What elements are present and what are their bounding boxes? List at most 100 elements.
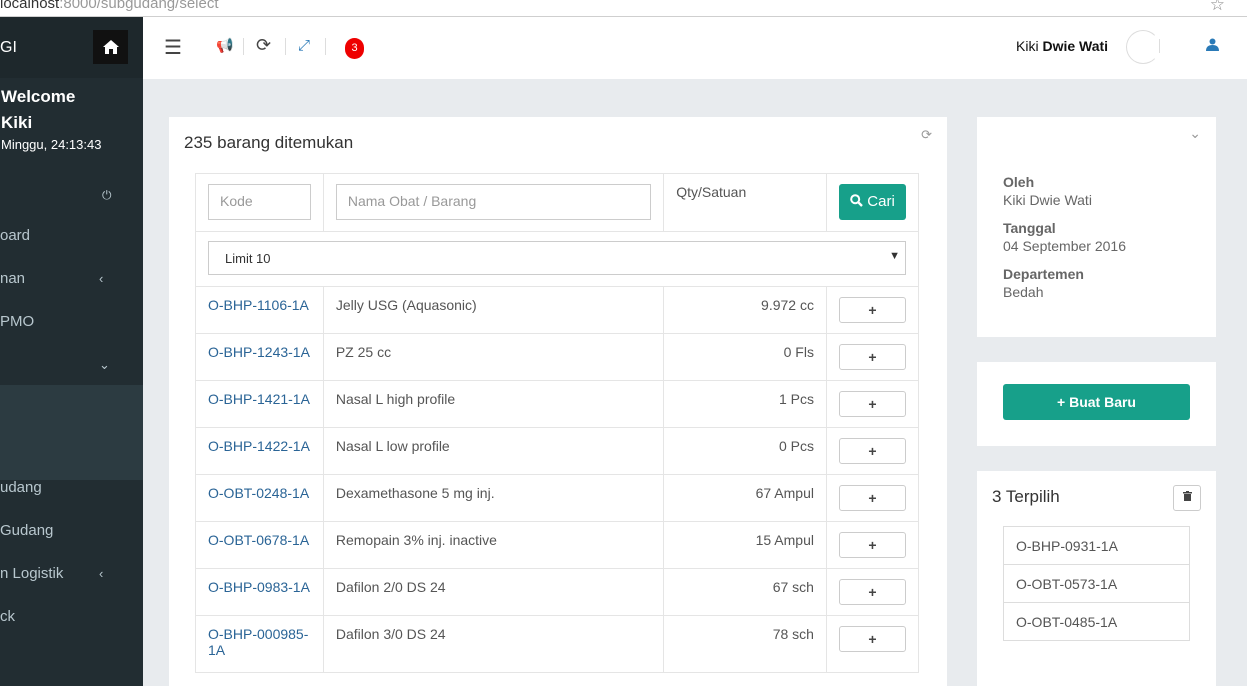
list-item[interactable]: O-BHP-0931-1A: [1003, 526, 1190, 565]
divider: [285, 38, 286, 55]
sidebar-item-dashboard[interactable]: oard: [0, 214, 143, 257]
list-item[interactable]: O-OBT-0485-1A: [1003, 602, 1190, 641]
item-name: Nasal L high profile: [322, 380, 665, 428]
add-item-button[interactable]: +: [838, 438, 906, 464]
item-name: Nasal L low profile: [322, 427, 665, 475]
sidebar-item-subgudang[interactable]: Gudang: [0, 509, 143, 552]
table-row: O-BHP-1106-1A Jelly USG (Aquasonic) 9.97…: [195, 286, 920, 334]
user-name[interactable]: Kiki Dwie Wati: [1016, 38, 1108, 54]
name-search-input[interactable]: Nama Obat / Barang: [335, 184, 652, 220]
refresh-icon[interactable]: ⟳: [256, 35, 271, 56]
date-value: 04 September 2016: [1003, 238, 1126, 254]
sidebar-item-logistik[interactable]: n Logistik ‹: [0, 552, 143, 595]
dropdown-arrow-icon: ▼: [889, 250, 900, 262]
item-name: Dexamethasone 5 mg inj.: [322, 474, 665, 522]
item-code[interactable]: O-BHP-0983-1A: [195, 568, 324, 616]
table-row: O-BHP-1422-1A Nasal L low profile 0 Pcs …: [195, 427, 920, 475]
date-label: Tanggal: [1003, 220, 1056, 236]
items-table: Kode Nama Obat / Barang Qty/Satuan Cari …: [195, 173, 920, 673]
add-item-button[interactable]: +: [838, 532, 906, 558]
item-name: Dafilon 2/0 DS 24: [322, 568, 665, 616]
sidebar-item-stock[interactable]: ck: [0, 595, 143, 638]
item-code[interactable]: O-BHP-1421-1A: [195, 380, 324, 428]
result-count: 235 barang ditemukan: [184, 133, 354, 152]
divider: [325, 38, 326, 55]
menu-toggle-icon[interactable]: ☰: [164, 35, 182, 60]
create-panel: + Buat Baru: [977, 362, 1216, 446]
add-item-button[interactable]: +: [838, 297, 906, 323]
fullscreen-icon[interactable]: ⤢: [298, 37, 310, 54]
plus-icon: +: [1057, 394, 1066, 410]
table-row: O-BHP-000985-1A Dafilon 3/0 DS 24 78 sch…: [195, 615, 920, 673]
item-code[interactable]: O-BHP-1243-1A: [195, 333, 324, 381]
delete-button[interactable]: [1173, 485, 1201, 511]
browser-address-bar[interactable]: localhost:8000/subgudang/select ☆: [0, 0, 1247, 17]
collapse-chevron-icon[interactable]: ⌄: [1189, 125, 1201, 142]
item-name: Remopain 3% inj. inactive: [322, 521, 665, 569]
home-icon: [102, 40, 119, 54]
list-item[interactable]: O-OBT-0573-1A: [1003, 564, 1190, 603]
sidebar-item-gudang[interactable]: udang: [0, 466, 143, 509]
chevron-left-icon: ‹: [99, 271, 104, 286]
table-row: O-BHP-1421-1A Nasal L high profile 1 Pcs…: [195, 380, 920, 428]
add-item-button[interactable]: +: [838, 626, 906, 652]
avatar[interactable]: [1126, 30, 1160, 64]
home-button[interactable]: [93, 30, 128, 64]
item-qty: 78 sch: [663, 615, 827, 673]
search-icon: [850, 194, 863, 207]
item-qty: 67 Ampul: [663, 474, 827, 522]
by-label: Oleh: [1003, 174, 1035, 190]
item-qty: 9.972 cc: [663, 286, 827, 334]
datetime-text: Minggu, 24:13:43: [1, 137, 102, 152]
items-panel: 235 barang ditemukan ⟳ Kode Nama Obat / …: [169, 117, 947, 686]
item-qty: 15 Ampul: [663, 521, 827, 569]
add-item-button[interactable]: +: [838, 485, 906, 511]
divider: [1159, 39, 1160, 53]
sidebar-item-dropdown[interactable]: ⌄: [0, 343, 143, 386]
item-code[interactable]: O-BHP-1422-1A: [195, 427, 324, 475]
bookmark-star-icon[interactable]: ☆: [1210, 0, 1225, 15]
limit-select[interactable]: Limit 10 ▼: [208, 241, 906, 275]
brand-logo-text: GI: [0, 39, 17, 56]
item-name: Jelly USG (Aquasonic): [322, 286, 665, 334]
table-row: O-OBT-0678-1A Remopain 3% inj. inactive …: [195, 521, 920, 569]
qty-header: Qty/Satuan: [663, 173, 827, 232]
item-code[interactable]: O-BHP-000985-1A: [195, 615, 324, 673]
dept-value: Bedah: [1003, 284, 1044, 300]
add-item-button[interactable]: +: [838, 579, 906, 605]
item-code[interactable]: O-OBT-0248-1A: [195, 474, 324, 522]
item-code[interactable]: O-BHP-1106-1A: [195, 286, 324, 334]
item-qty: 0 Fls: [663, 333, 827, 381]
limit-row: Limit 10 ▼: [195, 231, 919, 287]
notification-badge[interactable]: 3: [345, 38, 364, 59]
item-qty: 1 Pcs: [663, 380, 827, 428]
sidebar-item-menu[interactable]: nan ‹: [0, 257, 143, 300]
divider: [243, 38, 244, 55]
selected-list: O-BHP-0931-1A O-OBT-0573-1A O-OBT-0485-1…: [1003, 526, 1190, 641]
table-row: O-BHP-0983-1A Dafilon 2/0 DS 24 67 sch +: [195, 568, 920, 616]
power-icon[interactable]: ⏻: [102, 188, 112, 203]
item-qty: 0 Pcs: [663, 427, 827, 475]
sidebar-header: GI: [0, 17, 143, 78]
dept-label: Departemen: [1003, 266, 1084, 282]
search-button[interactable]: Cari: [838, 184, 906, 220]
refresh-icon[interactable]: ⟳: [921, 127, 932, 143]
add-item-button[interactable]: +: [838, 344, 906, 370]
add-item-button[interactable]: +: [838, 391, 906, 417]
url-text[interactable]: localhost:8000/subgudang/select: [0, 0, 219, 12]
welcome-text: Welcome Kiki: [1, 87, 76, 132]
sidebar: GI Welcome Kiki Minggu, 24:13:43 ⏻ oard …: [0, 17, 143, 686]
chevron-down-icon: ⌄: [99, 357, 110, 372]
user-icon[interactable]: [1206, 38, 1219, 54]
code-search-input[interactable]: Kode: [208, 184, 311, 220]
search-row: Kode Nama Obat / Barang Qty/Satuan Cari: [195, 173, 920, 232]
chevron-left-icon: ‹: [99, 566, 104, 581]
megaphone-icon[interactable]: 📢: [216, 37, 233, 54]
trash-icon: [1182, 491, 1192, 501]
table-row: O-BHP-1243-1A PZ 25 cc 0 Fls +: [195, 333, 920, 381]
item-name: Dafilon 3/0 DS 24: [322, 615, 665, 673]
sidebar-item-pmo[interactable]: PMO: [0, 300, 143, 343]
table-row: O-OBT-0248-1A Dexamethasone 5 mg inj. 67…: [195, 474, 920, 522]
create-new-button[interactable]: + Buat Baru: [1003, 384, 1190, 420]
item-code[interactable]: O-OBT-0678-1A: [195, 521, 324, 569]
